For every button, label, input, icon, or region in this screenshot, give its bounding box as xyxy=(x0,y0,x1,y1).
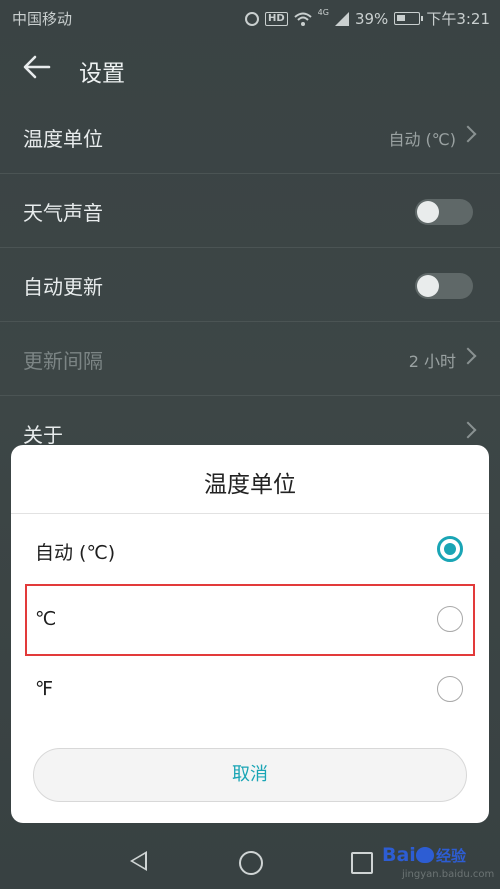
setting-temperature-unit[interactable]: 温度单位 自动 (℃) xyxy=(0,100,500,173)
carrier-label: 中国移动 xyxy=(12,10,73,28)
nav-home-icon[interactable] xyxy=(239,851,263,875)
cancel-button[interactable]: 取消 xyxy=(33,748,467,802)
baidu-paw-icon xyxy=(415,847,434,863)
app-header: 设置 xyxy=(0,34,500,98)
toggle-knob xyxy=(417,275,439,297)
setting-label: 关于 xyxy=(23,423,63,447)
settings-screen: 中国移动 HD 4G 39% 下午3:21 设置 温度单位 自动 (℃) 天气声… xyxy=(0,0,500,889)
auto-update-toggle[interactable] xyxy=(415,273,473,299)
setting-update-interval: 更新间隔 2 小时 xyxy=(0,321,500,395)
wifi-icon xyxy=(294,12,312,26)
nav-recents-icon[interactable] xyxy=(351,852,373,874)
option-label: ℉ xyxy=(35,678,54,700)
option-fahrenheit[interactable]: ℉ xyxy=(11,657,489,723)
setting-label: 温度单位 xyxy=(23,127,103,151)
divider xyxy=(11,513,489,514)
watermark-logo: Bai xyxy=(382,844,434,866)
chevron-right-icon xyxy=(459,421,477,439)
back-arrow-icon[interactable] xyxy=(22,52,52,82)
hd-icon: HD xyxy=(265,11,288,26)
status-icons: HD 4G 39% 下午3:21 xyxy=(245,8,490,29)
setting-label: 更新间隔 xyxy=(23,349,103,373)
page-title: 设置 xyxy=(79,61,125,87)
dialog-title: 温度单位 xyxy=(204,472,296,498)
alarm-icon xyxy=(245,11,259,26)
setting-weather-sound: 天气声音 xyxy=(0,173,500,247)
setting-value: 自动 (℃) xyxy=(388,130,456,149)
chevron-right-icon xyxy=(459,125,477,143)
setting-auto-update: 自动更新 xyxy=(0,247,500,321)
battery-percent: 39% xyxy=(354,9,389,28)
network-type: 4G xyxy=(317,8,329,17)
setting-label: 自动更新 xyxy=(23,275,103,299)
option-auto-celsius[interactable]: 自动 (℃) xyxy=(11,517,489,583)
status-bar: 中国移动 HD 4G 39% 下午3:21 xyxy=(0,0,500,34)
signal-icon xyxy=(334,11,349,26)
watermark-text: 经验 xyxy=(436,847,467,865)
battery-icon xyxy=(394,12,424,25)
nav-back-icon[interactable] xyxy=(130,851,147,871)
radio-icon[interactable] xyxy=(437,676,463,702)
setting-label: 天气声音 xyxy=(23,201,103,225)
clock: 下午3:21 xyxy=(426,10,490,28)
radio-selected-icon[interactable] xyxy=(437,536,463,562)
setting-value: 2 小时 xyxy=(408,352,456,371)
option-label: 自动 (℃) xyxy=(35,542,116,564)
highlight-box xyxy=(25,584,475,656)
watermark-url: jingyan.baidu.com xyxy=(402,869,495,880)
settings-list: 温度单位 自动 (℃) 天气声音 自动更新 更新间隔 2 小时 关于 xyxy=(0,100,500,469)
weather-sound-toggle[interactable] xyxy=(415,199,473,225)
chevron-right-icon xyxy=(459,347,477,365)
toggle-knob xyxy=(417,201,439,223)
temperature-unit-dialog: 温度单位 自动 (℃) ℃ ℉ 取消 xyxy=(11,445,489,823)
baidu-watermark: Bai 经验 jingyan.baidu.com xyxy=(382,842,500,886)
